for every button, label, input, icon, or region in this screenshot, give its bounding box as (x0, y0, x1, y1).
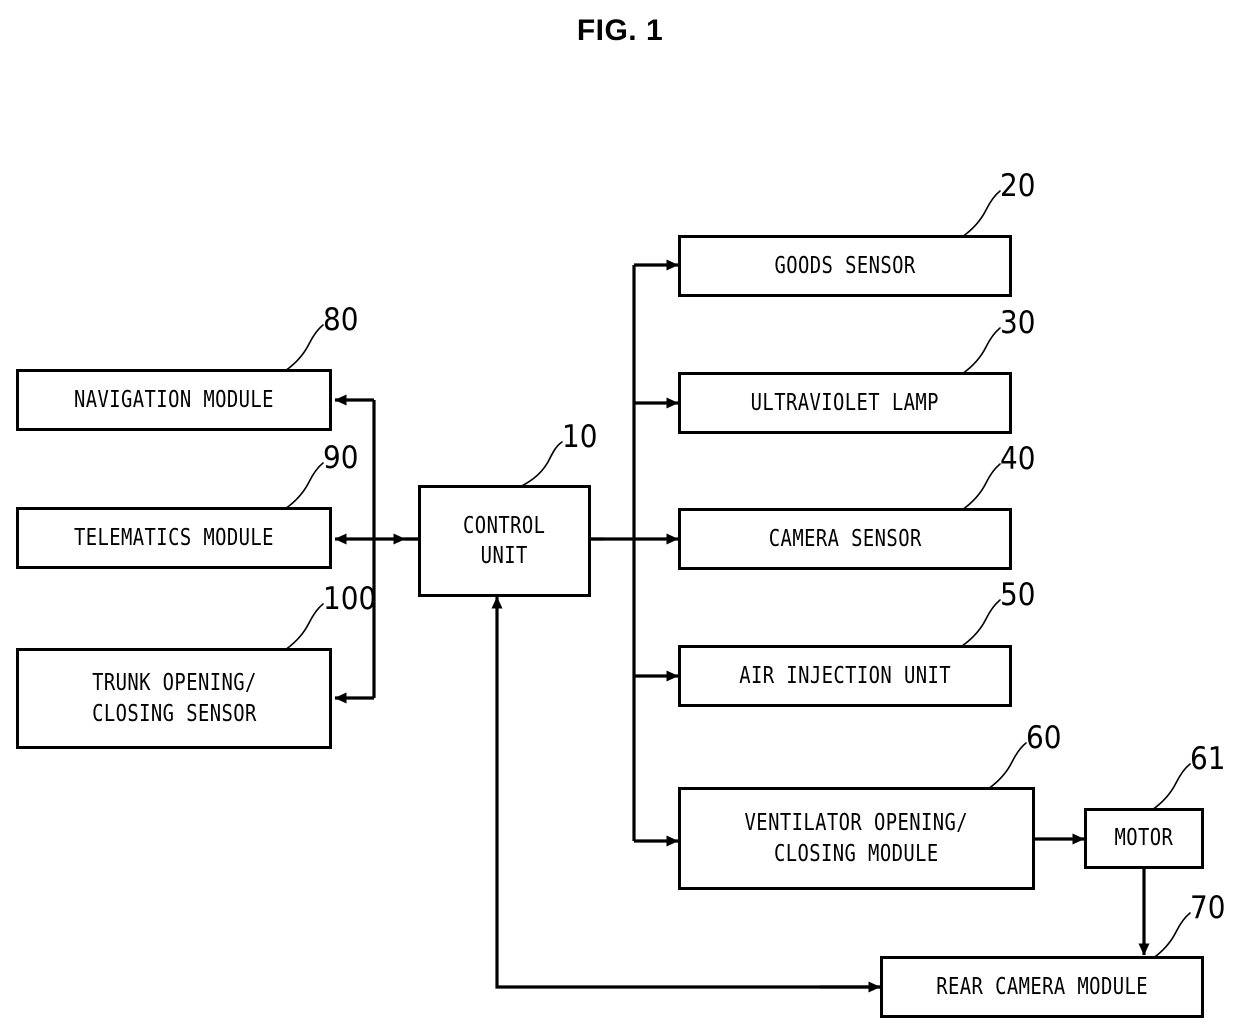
node-motor[interactable]: MOTOR (1084, 808, 1204, 869)
node-ventilator-module[interactable]: VENTILATOR OPENING/ CLOSING MODULE (678, 787, 1035, 890)
node-rear-camera-module-label: REAR CAMERA MODULE (936, 973, 1148, 1000)
node-camera-sensor[interactable]: CAMERA SENSOR (678, 508, 1012, 570)
refnum-navigation-module: 80 (323, 302, 359, 338)
node-navigation-module[interactable]: NAVIGATION MODULE (16, 369, 332, 431)
leader-80 (284, 324, 324, 372)
refnum-air-injection-unit: 50 (1000, 577, 1036, 613)
node-navigation-module-label: NAVIGATION MODULE (73, 386, 275, 413)
node-ultraviolet-lamp-label: ULTRAVIOLET LAMP (750, 389, 940, 416)
node-rear-camera-module[interactable]: REAR CAMERA MODULE (880, 956, 1204, 1018)
leader-10 (515, 441, 563, 490)
leader-50 (961, 599, 1001, 647)
figure-title: FIG. 1 (576, 14, 664, 47)
node-air-injection-unit[interactable]: AIR INJECTION UNIT (678, 645, 1012, 707)
leader-61 (1151, 763, 1191, 811)
node-ventilator-module-label: VENTILATOR OPENING/ CLOSING MODULE (744, 810, 969, 867)
node-motor-label: MOTOR (1114, 825, 1174, 852)
node-telematics-module[interactable]: TELEMATICS MODULE (16, 507, 332, 569)
leader-30 (961, 327, 1001, 375)
leader-40 (961, 463, 1001, 511)
node-control-unit-label: CONTROL UNIT (463, 512, 546, 569)
refnum-motor: 61 (1190, 741, 1226, 777)
refnum-ultraviolet-lamp: 30 (1000, 305, 1036, 341)
node-air-injection-unit-label: AIR INJECTION UNIT (739, 662, 951, 689)
refnum-ventilator-module: 60 (1026, 720, 1062, 756)
node-ultraviolet-lamp[interactable]: ULTRAVIOLET LAMP (678, 372, 1012, 434)
refnum-goods-sensor: 20 (1000, 168, 1036, 204)
refnum-rear-camera-module: 70 (1190, 890, 1226, 926)
leader-70 (1151, 912, 1191, 960)
node-goods-sensor-label: GOODS SENSOR (774, 252, 916, 279)
node-control-unit[interactable]: CONTROL UNIT (418, 485, 591, 597)
node-trunk-sensor[interactable]: TRUNK OPENING/ CLOSING SENSOR (16, 648, 332, 749)
leader-20 (961, 190, 1001, 238)
node-camera-sensor-label: CAMERA SENSOR (768, 525, 922, 552)
node-goods-sensor[interactable]: GOODS SENSOR (678, 235, 1012, 297)
leader-100 (284, 603, 324, 651)
leader-60 (987, 742, 1027, 790)
refnum-control-unit: 10 (562, 419, 598, 455)
leader-90 (284, 462, 324, 510)
refnum-telematics-module: 90 (323, 440, 359, 476)
node-telematics-module-label: TELEMATICS MODULE (73, 524, 275, 551)
node-trunk-sensor-label: TRUNK OPENING/ CLOSING SENSOR (91, 670, 257, 727)
patent-figure: FIG. 1 CONTROL UNIT 10 GOODS SENSOR 20 U… (0, 0, 1240, 1036)
refnum-trunk-sensor: 100 (323, 581, 377, 617)
refnum-camera-sensor: 40 (1000, 441, 1036, 477)
